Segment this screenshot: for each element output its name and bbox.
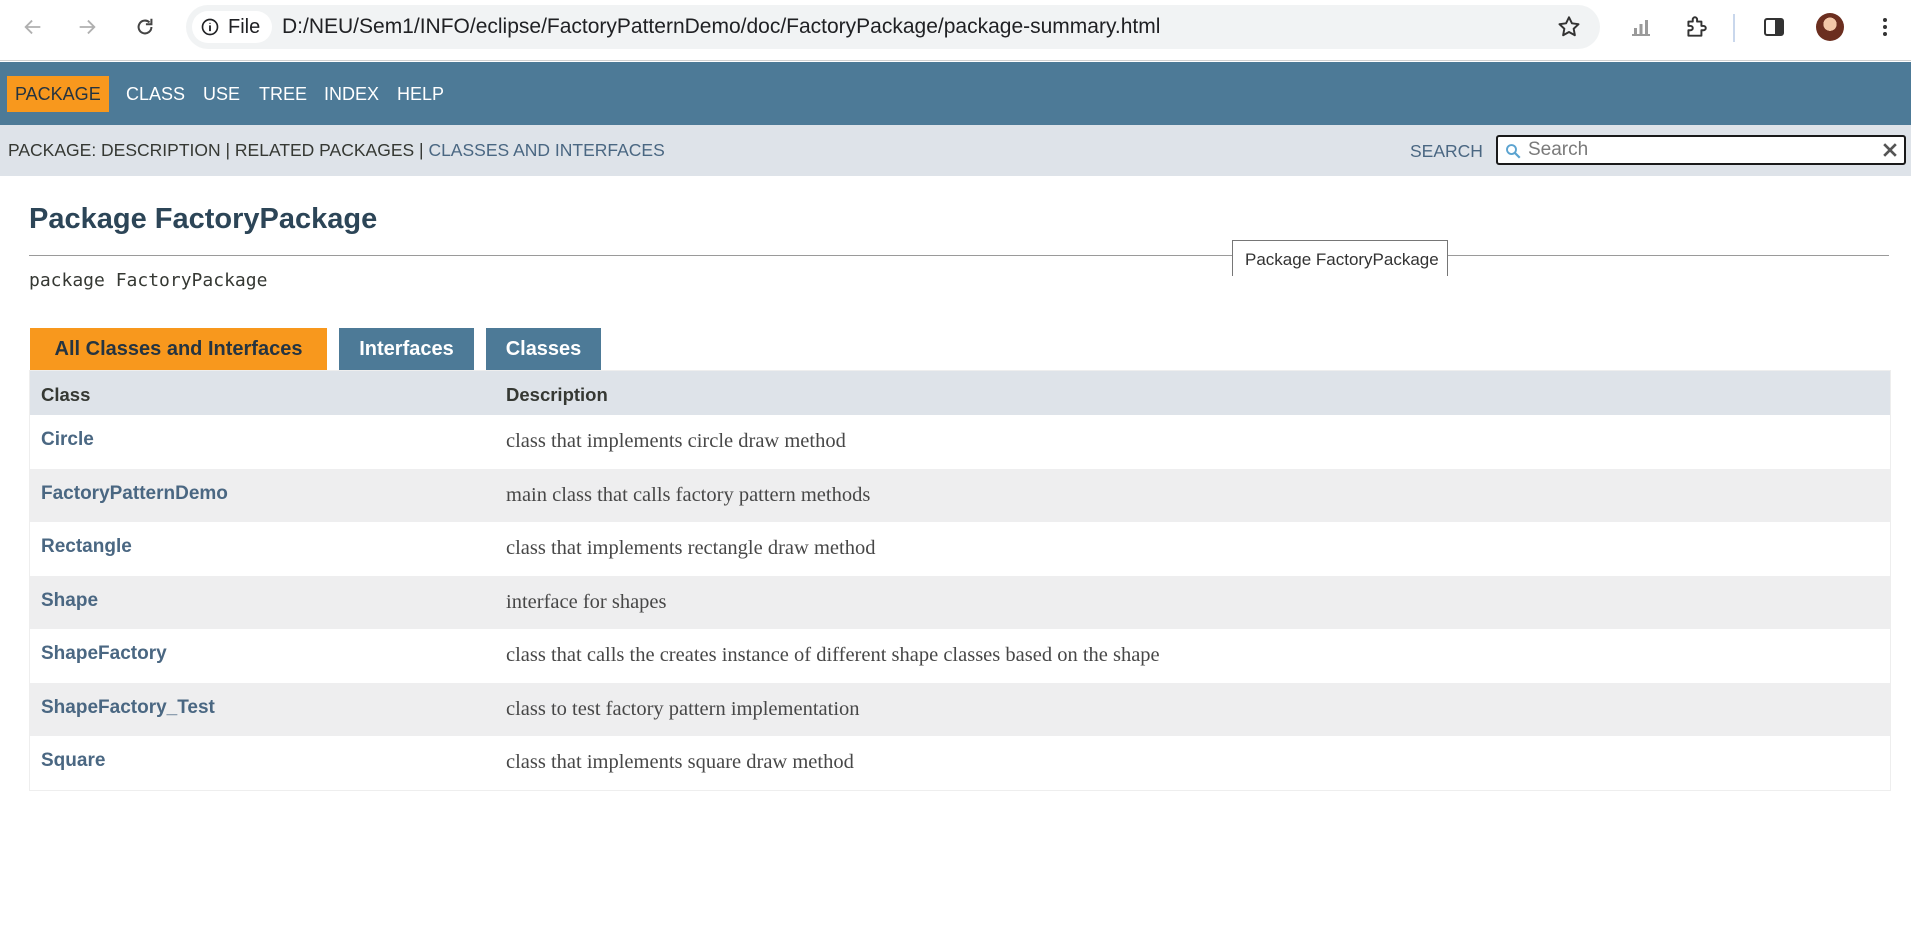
nav-package: PACKAGE [7, 76, 109, 112]
class-description: class that implements square draw method [506, 751, 854, 773]
search-input[interactable] [1528, 139, 1868, 161]
table-row: Square class that implements square draw… [30, 736, 1890, 790]
header-class: Class [41, 384, 91, 405]
site-info-chip[interactable]: File [192, 11, 273, 43]
info-icon [201, 18, 219, 36]
class-link[interactable]: Square [41, 750, 105, 772]
tab-all-classes-and-interfaces[interactable]: All Classes and Interfaces [30, 328, 327, 370]
back-icon[interactable] [16, 10, 50, 44]
package-declaration: package FactoryPackage [29, 270, 268, 291]
table-header: Class Description [30, 371, 1890, 415]
sub-nav-prefix: PACKAGE: DESCRIPTION | RELATED PACKAGES … [8, 140, 429, 160]
page-title: Package FactoryPackage [29, 203, 378, 235]
class-link[interactable]: FactoryPatternDemo [41, 483, 228, 505]
header-description: Description [506, 384, 608, 405]
search-box [1496, 135, 1906, 165]
address-bar[interactable]: File D:/NEU/Sem1/INFO/eclipse/FactoryPat… [186, 5, 1600, 49]
search-icon [1506, 144, 1521, 159]
sub-nav-links: PACKAGE: DESCRIPTION | RELATED PACKAGES … [8, 140, 665, 161]
url-text[interactable]: D:/NEU/Sem1/INFO/eclipse/FactoryPatternD… [282, 15, 1160, 39]
class-description: class to test factory pattern implementa… [506, 697, 860, 720]
close-icon[interactable] [1880, 140, 1900, 160]
file-chip-label: File [228, 15, 261, 38]
table-row: ShapeFactory class that calls the create… [30, 629, 1890, 683]
classes-and-interfaces-link[interactable]: CLASSES AND INTERFACES [428, 140, 664, 160]
nav-class[interactable]: CLASS [118, 76, 193, 112]
class-description: main class that calls factory pattern me… [506, 483, 871, 506]
extensions-icon[interactable] [1679, 10, 1713, 44]
class-link[interactable]: Rectangle [41, 536, 132, 558]
table-row: ShapeFactory_Test class to test factory … [30, 682, 1890, 736]
nav-help[interactable]: HELP [389, 76, 452, 112]
table-row: Circle class that implements circle draw… [30, 415, 1890, 469]
class-link[interactable]: ShapeFactory [41, 643, 167, 665]
menu-icon[interactable] [1868, 10, 1902, 44]
chart-icon[interactable] [1624, 10, 1658, 44]
table-row: Shape interface for shapes [30, 575, 1890, 629]
class-description: class that implements rectangle draw met… [506, 537, 876, 559]
table-row: FactoryPatternDemo main class that calls… [30, 468, 1890, 522]
class-description: class that implements circle draw method [506, 430, 846, 452]
divider [29, 255, 1889, 256]
summary-table: Class Description Circle class that impl… [29, 370, 1891, 791]
reload-icon[interactable] [128, 10, 162, 44]
class-link[interactable]: ShapeFactory_Test [41, 697, 215, 719]
browser-toolbar: File D:/NEU/Sem1/INFO/eclipse/FactoryPat… [0, 0, 1911, 61]
tab-interfaces[interactable]: Interfaces [339, 328, 474, 370]
tab-classes[interactable]: Classes [486, 328, 601, 370]
table-row: Rectangle class that implements rectangl… [30, 522, 1890, 576]
class-description: class that calls the creates instance of… [506, 644, 1160, 666]
search-label: SEARCH [1410, 141, 1483, 161]
nav-use[interactable]: USE [195, 76, 248, 112]
class-link[interactable]: Circle [41, 429, 94, 451]
avatar [1816, 13, 1844, 41]
sub-nav: PACKAGE: DESCRIPTION | RELATED PACKAGES … [0, 125, 1911, 176]
profile-button[interactable] [1813, 10, 1847, 44]
nav-tree[interactable]: TREE [251, 76, 315, 112]
class-link[interactable]: Shape [41, 590, 98, 612]
toolbar-separator [1733, 14, 1735, 42]
class-description: interface for shapes [506, 590, 667, 613]
sidebar-icon[interactable] [1757, 10, 1791, 44]
tooltip: Package FactoryPackage [1232, 240, 1448, 276]
forward-icon[interactable] [70, 10, 104, 44]
top-nav: PACKAGE CLASS USE TREE INDEX HELP [0, 62, 1911, 125]
star-icon[interactable] [1556, 14, 1582, 44]
nav-index[interactable]: INDEX [316, 76, 387, 112]
